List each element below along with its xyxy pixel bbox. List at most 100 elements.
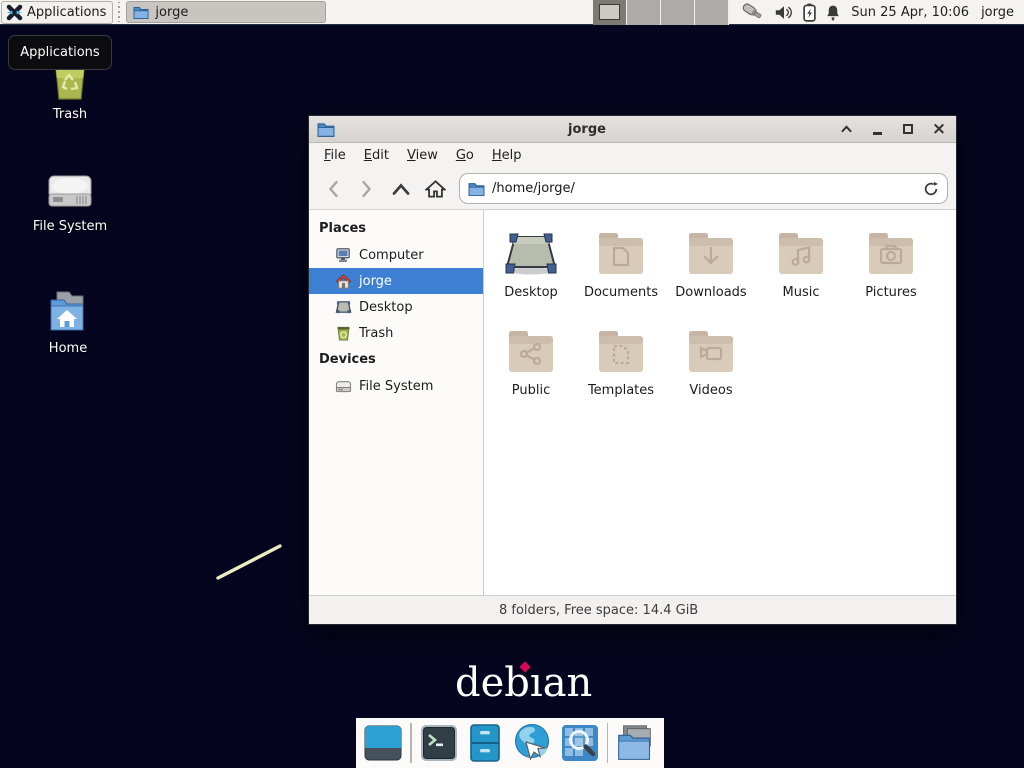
dock-panel [356, 718, 664, 768]
stylus-tool-icon[interactable] [741, 2, 765, 22]
workspace-4[interactable] [695, 0, 729, 25]
web-browser-launcher[interactable] [511, 722, 553, 764]
desktop-icon-file-system[interactable]: File System [22, 168, 118, 234]
panel-user-label[interactable]: jorge [981, 5, 1014, 20]
menu-edit[interactable]: Edit [355, 145, 398, 166]
panel-clock[interactable]: Sun 25 Apr, 10:06 [851, 5, 969, 20]
statusbar: 8 folders, Free space: 14.4 GiB [309, 595, 956, 624]
folder-public-icon [506, 324, 556, 380]
file-item-label: Desktop [504, 285, 558, 300]
file-manager-window: jorge × File Edit View Go Help [308, 115, 957, 625]
menu-go[interactable]: Go [447, 145, 483, 166]
sidebar-item-jorge[interactable]: jorge [309, 268, 483, 294]
file-item-public[interactable]: Public [486, 322, 576, 420]
up-button[interactable] [385, 174, 417, 204]
file-item-desktop[interactable]: Desktop [486, 224, 576, 322]
file-item-templates[interactable]: Templates [576, 322, 666, 420]
folder-documents-icon [596, 226, 646, 282]
notification-bell-icon[interactable] [825, 4, 841, 21]
taskbar-window-label: jorge [155, 5, 188, 20]
sidebar-item-label: File System [359, 379, 433, 394]
menu-file[interactable]: File [315, 145, 355, 166]
file-item-label: Music [783, 285, 820, 300]
file-item-music[interactable]: Music [756, 224, 846, 322]
file-item-downloads[interactable]: Downloads [666, 224, 756, 322]
hard-drive-icon [45, 168, 95, 214]
trash-mini-icon [335, 325, 352, 341]
file-item-label: Documents [584, 285, 658, 300]
file-item-videos[interactable]: Videos [666, 322, 756, 420]
panel-handle[interactable] [115, 2, 122, 22]
menu-help[interactable]: Help [483, 145, 531, 166]
desktop-special-icon [503, 226, 559, 282]
menu-view[interactable]: View [398, 145, 447, 166]
terminal-launcher[interactable] [419, 722, 459, 764]
back-button[interactable] [317, 174, 349, 204]
sidebar-item-label: Computer [359, 248, 424, 263]
app-finder-icon [560, 723, 600, 763]
file-item-label: Public [512, 383, 550, 398]
debian-logo: debıan [455, 660, 592, 706]
window-folder-icon [317, 122, 335, 137]
forward-button[interactable] [351, 174, 383, 204]
terminal-icon [419, 723, 459, 763]
titlebar[interactable]: jorge × [309, 116, 956, 143]
file-item-label: Pictures [865, 285, 916, 300]
desktop-icon-label: Home [49, 341, 87, 356]
path-folder-icon [468, 182, 485, 196]
workspace-1[interactable] [593, 0, 627, 25]
battery-icon[interactable] [803, 3, 816, 22]
debian-logo-i: ı [530, 660, 543, 706]
globe-icon [511, 722, 553, 764]
workspace-2[interactable] [627, 0, 661, 25]
workspace-3[interactable] [661, 0, 695, 25]
taskbar-window-button[interactable]: jorge [126, 1, 326, 23]
file-item-label: Templates [588, 383, 654, 398]
house-icon [335, 273, 352, 289]
sidebar-item-desktop[interactable]: Desktop [309, 294, 483, 320]
system-tray [741, 2, 841, 22]
close-button[interactable]: × [932, 122, 946, 136]
path-bar[interactable]: /home/jorge/ [459, 173, 948, 204]
sidebar-item-label: Trash [359, 326, 393, 341]
volume-icon[interactable] [774, 4, 794, 21]
shade-button[interactable] [839, 122, 853, 136]
desktop-mini-icon [335, 299, 352, 315]
file-item-documents[interactable]: Documents [576, 224, 666, 322]
show-desktop-button[interactable] [363, 722, 403, 764]
dock-folder-icon [615, 723, 657, 763]
applications-tooltip-text: Applications [20, 45, 99, 60]
reload-icon[interactable] [923, 181, 939, 197]
applications-tooltip: Applications [8, 35, 112, 70]
minimize-button[interactable] [870, 122, 884, 136]
dock-separator [607, 723, 609, 763]
home-button[interactable] [419, 174, 451, 204]
sidebar-item-file-system[interactable]: File System [309, 373, 483, 399]
drive-mini-icon [335, 379, 352, 394]
desktop-icon-home[interactable]: Home [20, 288, 116, 356]
desktop-icon-label: Trash [53, 107, 87, 122]
file-manager-launcher[interactable] [466, 722, 504, 764]
folder-pictures-icon [866, 226, 916, 282]
computer-icon [335, 247, 352, 263]
folder-templates-icon [596, 324, 646, 380]
path-input[interactable]: /home/jorge/ [492, 181, 916, 196]
sidebar-item-trash[interactable]: Trash [309, 320, 483, 346]
sidebar-item-label: Desktop [359, 300, 413, 315]
applications-menu-label: Applications [27, 5, 106, 20]
application-finder-launcher[interactable] [560, 722, 600, 764]
maximize-button[interactable] [901, 122, 915, 136]
debian-logo-text-end: an [543, 660, 593, 706]
toolbar: /home/jorge/ [309, 168, 956, 210]
stray-line-artifact [210, 540, 290, 588]
workspace-switcher[interactable] [593, 0, 729, 25]
file-item-pictures[interactable]: Pictures [846, 224, 936, 322]
dock-separator [410, 723, 412, 763]
folder-launcher[interactable] [615, 722, 657, 764]
sidebar-item-computer[interactable]: Computer [309, 242, 483, 268]
window-title: jorge [335, 122, 839, 137]
sidebar-item-label: jorge [359, 274, 392, 289]
applications-menu-button[interactable]: Applications [1, 1, 113, 24]
xfce-logo-icon [6, 4, 23, 21]
folder-downloads-icon [686, 226, 736, 282]
